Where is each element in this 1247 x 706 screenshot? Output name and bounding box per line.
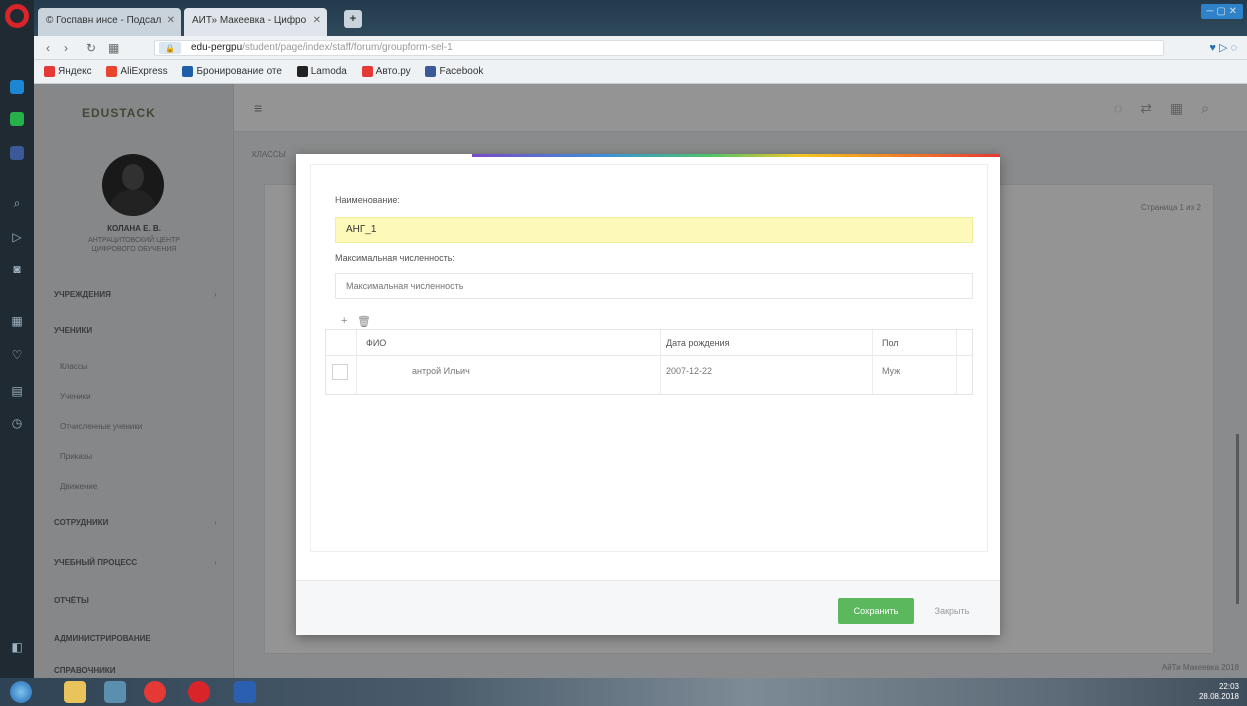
tab-2[interactable]: АИТ» Макеевка - Цифро ✕ [184, 8, 327, 36]
add-row-icon[interactable]: + [341, 315, 347, 327]
opera-taskbar-icon[interactable] [188, 681, 210, 703]
heart-icon[interactable]: ♡ [10, 348, 24, 362]
bookmark-yandex[interactable]: Яндекс [44, 66, 92, 77]
bookmark-booking[interactable]: Бронирование оте [182, 66, 282, 77]
camera-icon[interactable]: ◙ [10, 262, 24, 276]
students-table: ФИО Дата рождения Пол антрой Ильич 2007-… [325, 329, 973, 395]
start-button-icon[interactable] [10, 681, 32, 703]
speed-dial-icon[interactable]: ▦ [108, 41, 119, 55]
reload-icon[interactable]: ↻ [86, 41, 96, 55]
grid-icon[interactable]: ▦ [10, 314, 24, 328]
close-button[interactable]: Закрыть [924, 598, 980, 624]
max-count-label: Максимальная численность: [335, 253, 455, 263]
vk-icon[interactable] [10, 146, 24, 160]
tab-1[interactable]: © Госпaвн инсe - Подcaл ✕ [38, 8, 181, 36]
url-path: /student/page/index/staff/forum/groupfor… [242, 42, 453, 53]
column-divider [872, 330, 873, 394]
url-host: edu-pergpu [191, 42, 243, 53]
sidebar-toggle-icon[interactable]: ◧ [10, 640, 24, 654]
search-icon[interactable]: ⌕ [10, 196, 24, 210]
tray-date: 28.08.2018 [1198, 692, 1239, 701]
delete-row-icon[interactable]: 🗑 [357, 315, 371, 328]
row-checkbox[interactable] [332, 364, 348, 380]
column-divider [356, 330, 357, 394]
window-controls[interactable]: ─ ▢ ✕ [1200, 4, 1243, 19]
col-header-dob[interactable]: Дата рождения [666, 338, 730, 348]
name-input[interactable]: АНГ_1 [335, 217, 973, 243]
forward-icon[interactable]: › [64, 41, 68, 55]
messenger-icon[interactable] [10, 80, 24, 94]
bookmark-autoru[interactable]: Авто.ру [361, 66, 411, 78]
max-count-input[interactable] [335, 273, 973, 299]
bookmark-aliexpress[interactable]: AliExpress [106, 66, 168, 78]
back-icon[interactable]: ‹ [46, 41, 50, 55]
windows-taskbar: 22:03 28.08.2018 [0, 678, 1247, 706]
bookmark-label: Бронирование оте [196, 66, 282, 78]
tab-bar: © Госпaвн инсe - Подcaл ✕ АИТ» Макеевка … [34, 0, 1247, 36]
opera-sidebar: ⌕ ▷ ◙ ▦ ♡ ▤ ◷ ◧ [0, 0, 34, 678]
tab-1-title: © Госпaвн инсe - Подcaл [46, 15, 162, 26]
modal-footer: Сохранить Закрыть [296, 580, 1000, 635]
name-label: Наименование: [335, 195, 400, 205]
skype-icon[interactable] [104, 681, 126, 703]
col-header-fio[interactable]: ФИО [366, 338, 386, 348]
history-icon[interactable]: ◷ [10, 416, 24, 430]
bookmark-label: Яндекс [58, 66, 92, 78]
bookmark-facebook[interactable]: Facebook [425, 66, 483, 77]
cell-sex[interactable]: Муж [882, 366, 900, 376]
column-divider [660, 330, 661, 394]
opera-logo-icon[interactable] [5, 4, 29, 28]
url-field[interactable]: 🔒 edu-pergpu/student/page/index/staff/fo… [154, 40, 1164, 56]
bookmarks-bar: Яндекс AliExpress Бронирование оте Lamod… [34, 60, 1247, 84]
save-button[interactable]: Сохранить [838, 598, 914, 624]
word-icon[interactable] [234, 681, 256, 703]
system-tray[interactable]: 22:03 28.08.2018 [1199, 682, 1239, 702]
bookmark-label: AliExpress [120, 66, 168, 78]
lock-icon: 🔒 [159, 42, 181, 54]
cell-fio[interactable]: антрой Ильич [412, 366, 470, 376]
new-tab-button[interactable]: + [344, 10, 362, 28]
explorer-icon[interactable] [64, 681, 86, 703]
bookmark-label: Авто.ру [375, 66, 411, 78]
column-divider [956, 330, 957, 394]
play-icon[interactable]: ▷ [10, 230, 24, 244]
whatsapp-icon[interactable] [10, 112, 24, 126]
modal-top-stripe [472, 154, 1000, 157]
tab-2-title: АИТ» Макеевка - Цифро [192, 15, 307, 26]
bookmark-label: Lamoda [310, 66, 347, 78]
address-bar: ‹ › ↻ ▦ 🔒 edu-pergpu/student/page/index/… [34, 36, 1247, 60]
yandex-browser-icon[interactable] [144, 681, 166, 703]
bookmark-label: Facebook [439, 66, 484, 78]
bookmark-lamoda[interactable]: Lamoda [296, 66, 347, 78]
cell-dob[interactable]: 2007-12-22 [666, 366, 712, 376]
table-header: ФИО Дата рождения Пол [326, 330, 972, 356]
group-edit-modal: Наименование: АНГ_1 Максимальная численн… [296, 154, 1000, 635]
close-tab-icon[interactable]: ✕ [313, 15, 321, 26]
vpn-icon[interactable]: ♥ ▷ ◌ [1209, 41, 1237, 54]
tray-time: 22:03 [1218, 682, 1239, 691]
close-tab-icon[interactable]: ✕ [167, 15, 175, 26]
news-icon[interactable]: ▤ [10, 384, 24, 398]
modal-body: Наименование: АНГ_1 Максимальная численн… [310, 164, 988, 552]
col-header-sex[interactable]: Пол [882, 338, 899, 348]
